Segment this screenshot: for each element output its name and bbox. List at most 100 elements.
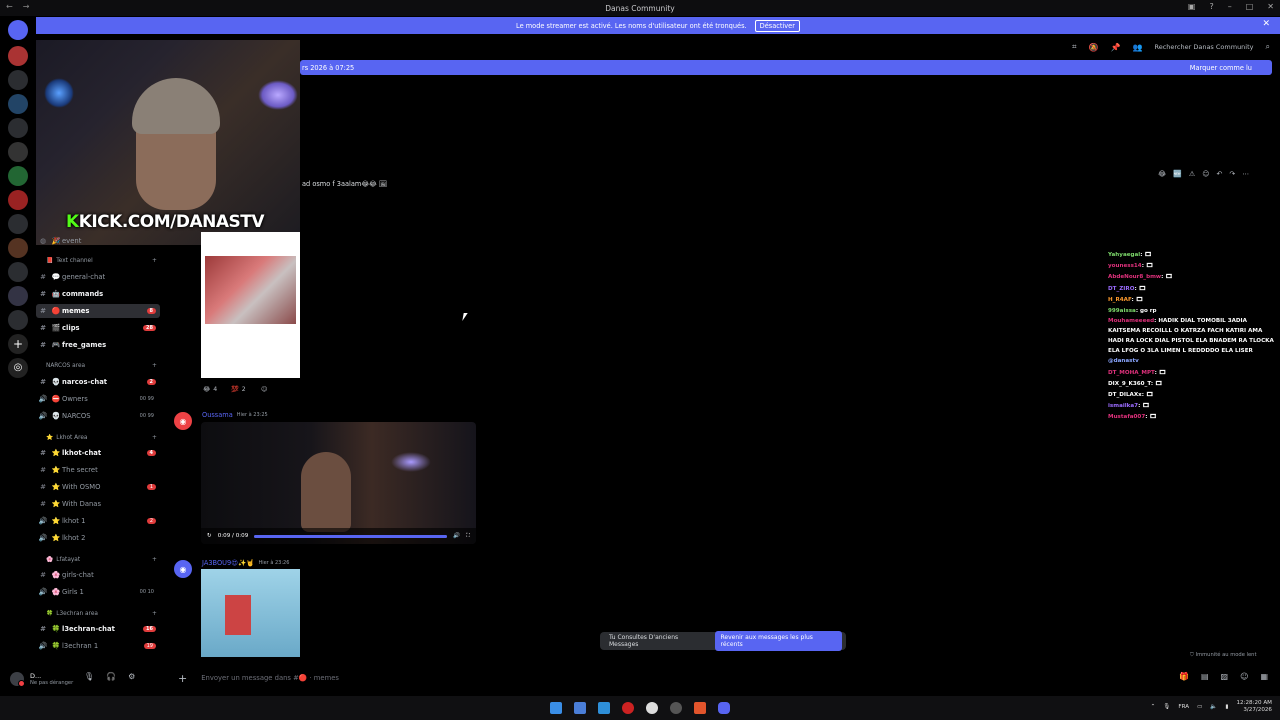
- brave-browser-icon[interactable]: [694, 702, 706, 714]
- category-lkhot-area[interactable]: ⭐ Lkhot Area +: [46, 435, 157, 441]
- reaction-new-icon[interactable]: 🆕: [1173, 170, 1182, 178]
- home-server-icon[interactable]: [8, 20, 28, 40]
- add-reaction-icon[interactable]: ☺: [261, 383, 267, 395]
- microphone-icon[interactable]: 🎙: [1163, 704, 1170, 710]
- avatar[interactable]: [10, 672, 25, 687]
- server-icon[interactable]: [8, 118, 28, 138]
- reaction-100[interactable]: 💯 2: [231, 383, 246, 395]
- server-icon[interactable]: [8, 214, 28, 234]
- app-icon[interactable]: [598, 702, 610, 714]
- disable-streamer-button[interactable]: Désactiver: [754, 19, 800, 32]
- apps-icon[interactable]: ▦: [1260, 672, 1268, 681]
- category-text-channel[interactable]: 📕 Text channel +: [46, 258, 157, 264]
- server-icon[interactable]: [8, 166, 28, 186]
- sidebar-item-clips[interactable]: # 🎬 clips 28: [36, 321, 160, 335]
- app-icon[interactable]: [670, 702, 682, 714]
- explore-icon[interactable]: ◎: [8, 358, 28, 378]
- sidebar-item-girls-1[interactable]: 🔊 🌸 Girls 1 00 10: [36, 585, 160, 599]
- server-icon[interactable]: [8, 238, 28, 258]
- mark-as-read-button[interactable]: Marquer comme lu: [1190, 64, 1252, 72]
- replay-icon[interactable]: ↻: [207, 533, 212, 539]
- add-channel-icon[interactable]: +: [152, 557, 157, 563]
- sticker-icon[interactable]: ▨: [1221, 672, 1229, 681]
- maximize-button[interactable]: □: [1246, 2, 1254, 11]
- gift-icon[interactable]: 🎁: [1179, 672, 1189, 681]
- battery-icon[interactable]: ▮: [1225, 704, 1228, 710]
- discord-icon[interactable]: [718, 702, 730, 714]
- add-server-icon[interactable]: +: [8, 334, 28, 354]
- sidebar-item-free-games[interactable]: # 🎮 free_games: [36, 338, 160, 352]
- forward-icon[interactable]: ↷: [1229, 170, 1235, 178]
- mute-icon[interactable]: 🔕: [1089, 43, 1099, 52]
- meme-thumbnail[interactable]: [205, 256, 296, 324]
- back-icon[interactable]: ←: [6, 2, 13, 11]
- reaction-warning-icon[interactable]: ⚠: [1189, 170, 1195, 178]
- windows-start-icon[interactable]: [550, 702, 562, 714]
- close-banner-icon[interactable]: ✕: [1262, 19, 1270, 29]
- clock[interactable]: 12:28:20 AM 3/27/2026: [1236, 700, 1272, 714]
- image-embed[interactable]: [201, 569, 300, 657]
- message-composer[interactable]: + Envoyer un message dans #🔴 · memes 🎁 ▤…: [166, 668, 1280, 688]
- reaction-laugh[interactable]: 😂 4: [203, 383, 217, 395]
- headphones-icon[interactable]: 🎧: [106, 672, 116, 681]
- volume-icon[interactable]: 🔈: [1210, 704, 1217, 710]
- server-icon[interactable]: [8, 94, 28, 114]
- server-icon[interactable]: [8, 46, 28, 66]
- sidebar-item-girls-chat[interactable]: # 🌸 girls-chat: [36, 568, 160, 582]
- emoji-picker-icon[interactable]: ☺: [1240, 672, 1248, 681]
- sidebar-item-the-secret[interactable]: # ⭐ The secret: [36, 463, 160, 477]
- gif-icon[interactable]: ▤: [1201, 672, 1209, 681]
- sidebar-item-narcos-voice[interactable]: 🔊 💀 NARCOS 00 99: [36, 409, 160, 423]
- add-reaction-icon[interactable]: ☺: [1202, 170, 1209, 178]
- reaction-laugh-icon[interactable]: 😂: [1158, 170, 1166, 178]
- forward-icon[interactable]: →: [23, 2, 30, 11]
- sidebar-item-lkhot-2[interactable]: 🔊 ⭐ lkhot 2: [36, 531, 160, 545]
- category-narcos-area[interactable]: NARCOS area +: [46, 363, 157, 369]
- sidebar-item-l3echran-chat[interactable]: # 🍀 l3echran-chat 16: [36, 622, 160, 636]
- sidebar-item-memes[interactable]: # 🔴 memes 8: [36, 304, 160, 318]
- server-icon[interactable]: [8, 310, 28, 330]
- pin-icon[interactable]: 📌: [1111, 43, 1121, 52]
- sidebar-item-commands[interactable]: # 🤖 commands: [36, 287, 160, 301]
- add-channel-icon[interactable]: +: [152, 611, 157, 617]
- language-indicator[interactable]: FRA: [1178, 704, 1189, 710]
- category-l3echran-area[interactable]: 🍀 L3echran area +: [46, 611, 157, 617]
- sidebar-item-with-osmo[interactable]: # ⭐ With OSMO 1: [36, 480, 160, 494]
- obs-icon[interactable]: [646, 702, 658, 714]
- sidebar-item-event[interactable]: ◍ 🎉 event: [36, 234, 160, 248]
- sidebar-item-narcos-chat[interactable]: # 💀 narcos-chat 2: [36, 375, 160, 389]
- more-icon[interactable]: ⋯: [1242, 170, 1249, 178]
- new-messages-bar[interactable]: rs 2026 à 07:25 Marquer comme lu: [300, 60, 1272, 75]
- add-attachment-icon[interactable]: +: [178, 672, 187, 685]
- reply-icon[interactable]: ↶: [1217, 170, 1223, 178]
- close-window-button[interactable]: ✕: [1267, 2, 1274, 11]
- help-icon[interactable]: ?: [1209, 2, 1213, 11]
- message-input[interactable]: Envoyer un message dans #🔴 · memes: [201, 674, 339, 682]
- server-icon[interactable]: [8, 70, 28, 90]
- video-player[interactable]: ↻ 0:09 / 0:09 🔊 ⛶: [201, 422, 476, 544]
- file-explorer-icon[interactable]: [574, 702, 586, 714]
- settings-icon[interactable]: ⚙: [128, 672, 135, 681]
- threads-icon[interactable]: ⌗: [1072, 42, 1077, 52]
- server-icon[interactable]: [8, 286, 28, 306]
- sidebar-item-general-chat[interactable]: # 💬 general-chat: [36, 270, 160, 284]
- video-progress-bar[interactable]: [254, 534, 448, 538]
- chevron-up-icon[interactable]: ⌃: [1151, 704, 1156, 710]
- category-lfatayat[interactable]: 🌸 Lfatayat +: [46, 557, 157, 563]
- members-icon[interactable]: 👥: [1133, 43, 1143, 52]
- microphone-icon[interactable]: 🎙: [84, 672, 94, 681]
- add-channel-icon[interactable]: +: [152, 435, 157, 441]
- image-embed[interactable]: [201, 232, 300, 378]
- network-icon[interactable]: ▭: [1197, 704, 1202, 710]
- search-input[interactable]: Rechercher Danas Community: [1154, 43, 1253, 51]
- server-icon[interactable]: [8, 190, 28, 210]
- sidebar-item-lkhot-1[interactable]: 🔊 ⭐ lkhot 12: [36, 514, 160, 528]
- sidebar-item-l3echran-1[interactable]: 🔊 🍀 l3echran 1 19: [36, 639, 160, 653]
- inbox-icon[interactable]: ▣: [1188, 2, 1196, 11]
- add-channel-icon[interactable]: +: [152, 258, 157, 264]
- avatar[interactable]: ◉: [174, 412, 192, 430]
- author-name[interactable]: Oussama: [202, 411, 233, 419]
- fullscreen-icon[interactable]: ⛶: [466, 533, 470, 540]
- recording-app-icon[interactable]: [622, 702, 634, 714]
- add-channel-icon[interactable]: +: [152, 363, 157, 369]
